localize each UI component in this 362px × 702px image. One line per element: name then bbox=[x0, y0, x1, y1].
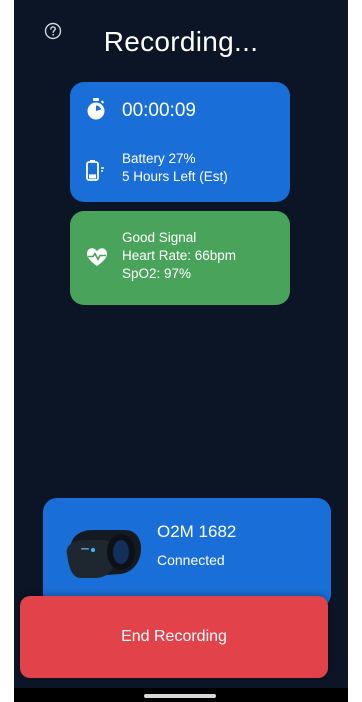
signal-info: Good Signal Heart Rate: 66bpm SpO2: 97% bbox=[122, 229, 236, 283]
recording-status-card: 00:00:09 Battery 27% 5 Hours Left (Est) bbox=[70, 82, 290, 202]
battery-time-left: 5 Hours Left (Est) bbox=[122, 169, 228, 184]
device-connection-status: Connected bbox=[157, 552, 225, 568]
elapsed-timer: 00:00:09 bbox=[122, 100, 196, 121]
stopwatch-icon bbox=[87, 98, 105, 120]
device-name: O2M 1682 bbox=[157, 522, 237, 541]
battery-icon bbox=[86, 160, 104, 181]
signal-quality: Good Signal bbox=[122, 230, 197, 245]
home-indicator[interactable] bbox=[144, 694, 216, 698]
page-title: Recording... bbox=[103, 26, 259, 57]
battery-info: Battery 27% 5 Hours Left (Est) bbox=[122, 150, 228, 186]
heart-rate: Heart Rate: 66bpm bbox=[122, 248, 237, 263]
battery-percentage: Battery 27% bbox=[122, 151, 196, 166]
device-card[interactable]: O2M 1682 Connected bbox=[43, 498, 331, 608]
spo2: SpO2: 97% bbox=[122, 266, 192, 281]
end-recording-button[interactable]: End Recording bbox=[20, 596, 328, 678]
signal-card: Good Signal Heart Rate: 66bpm SpO2: 97% bbox=[70, 211, 290, 305]
heart-pulse-icon bbox=[87, 248, 107, 266]
ring-oximeter-device bbox=[66, 530, 141, 578]
